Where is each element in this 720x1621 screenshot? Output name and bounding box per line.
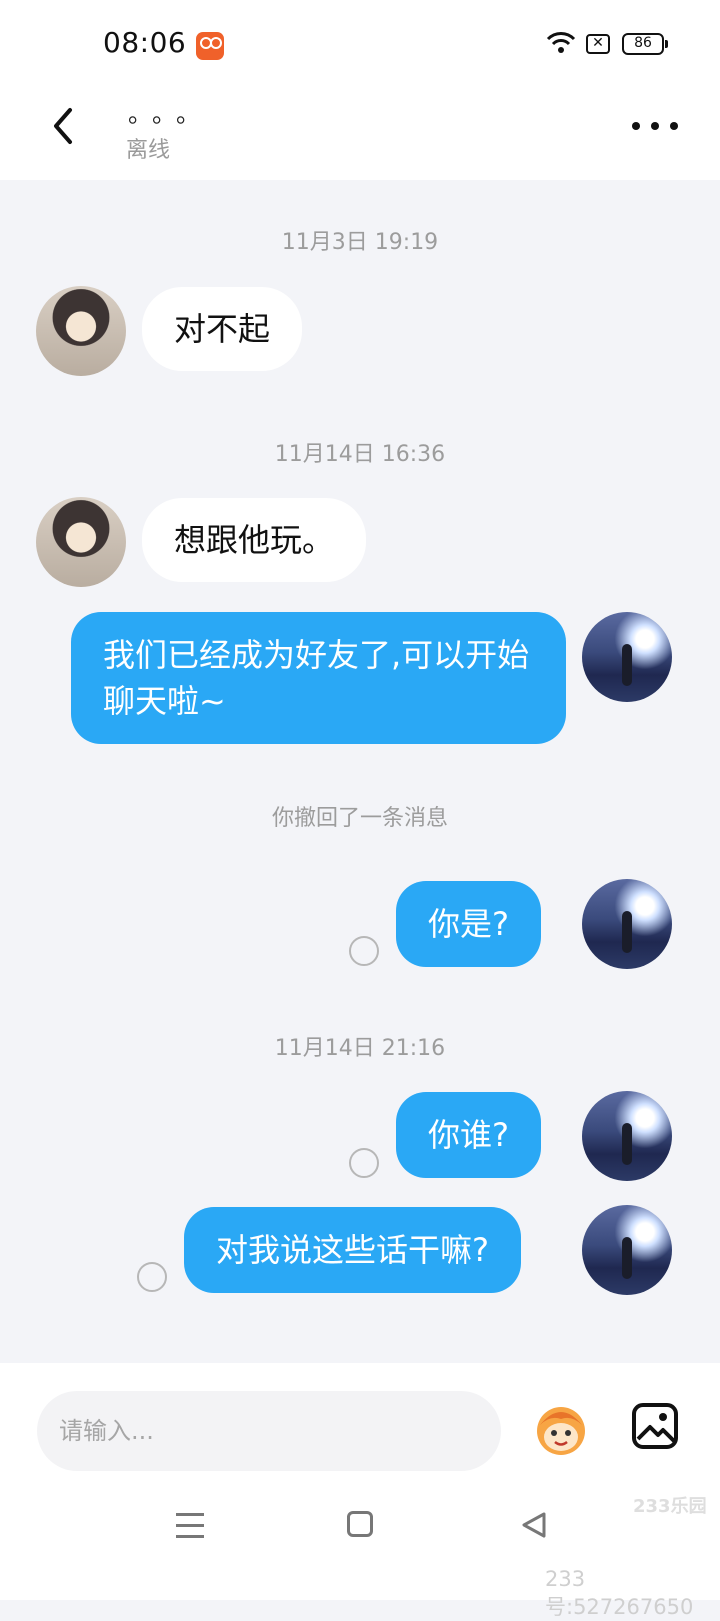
message-status-icon — [349, 936, 379, 966]
timestamp: 11月3日 19:19 — [281, 230, 439, 255]
wifi-icon — [546, 32, 576, 53]
user-avatar[interactable] — [582, 1091, 672, 1181]
app-badge-icon — [196, 32, 224, 60]
back-triangle-icon[interactable] — [520, 1511, 548, 1539]
user-avatar[interactable] — [582, 612, 672, 702]
user-avatar[interactable] — [582, 879, 672, 969]
incoming-message[interactable]: 对不起 — [142, 287, 303, 371]
composer-bar: 请输入... 233乐园 233号:527267650 — [0, 1363, 720, 1619]
status-bar: 08:06 ✕ 86 — [0, 0, 720, 90]
timestamp: 11月14日 16:36 — [274, 442, 446, 467]
image-icon[interactable] — [630, 1401, 680, 1451]
system-nav-bar: 233乐园 233号:527267650 — [0, 1483, 720, 1619]
message-status-icon — [137, 1262, 167, 1292]
recall-notice: 你撤回了一条消息 — [271, 806, 448, 831]
outgoing-message[interactable]: 你谁? — [396, 1092, 541, 1178]
outgoing-message[interactable]: 对我说这些话干嘛? — [184, 1207, 521, 1293]
contact-avatar[interactable] — [36, 497, 126, 587]
incoming-message[interactable]: 想跟他玩。 — [142, 498, 367, 582]
contact-name: 。。。 — [128, 100, 212, 128]
message-status-icon — [349, 1148, 379, 1178]
battery-icon: 86 — [622, 33, 668, 55]
chevron-left-icon[interactable] — [44, 104, 84, 148]
message-input[interactable]: 请输入... — [37, 1391, 501, 1471]
contact-avatar[interactable] — [36, 286, 126, 376]
watermark-logo: 233乐园 — [633, 1496, 707, 1517]
sim-off-icon: ✕ — [586, 34, 610, 54]
contact-status: 离线 — [126, 138, 171, 163]
watermark-text: 233号:527267650 — [545, 1567, 694, 1619]
sticker-icon[interactable] — [530, 1397, 592, 1459]
outgoing-message[interactable]: 我们已经成为好友了,可以开始聊天啦~ — [71, 612, 566, 744]
status-time: 08:06 — [103, 26, 187, 59]
chat-header: 。。。 离线 — [0, 90, 720, 180]
outgoing-message[interactable]: 你是? — [396, 881, 541, 967]
recent-apps-icon[interactable] — [176, 1513, 204, 1539]
timestamp: 11月14日 21:16 — [274, 1036, 446, 1061]
home-icon[interactable] — [347, 1511, 373, 1537]
more-horizontal-icon[interactable] — [632, 110, 678, 140]
user-avatar[interactable] — [582, 1205, 672, 1295]
